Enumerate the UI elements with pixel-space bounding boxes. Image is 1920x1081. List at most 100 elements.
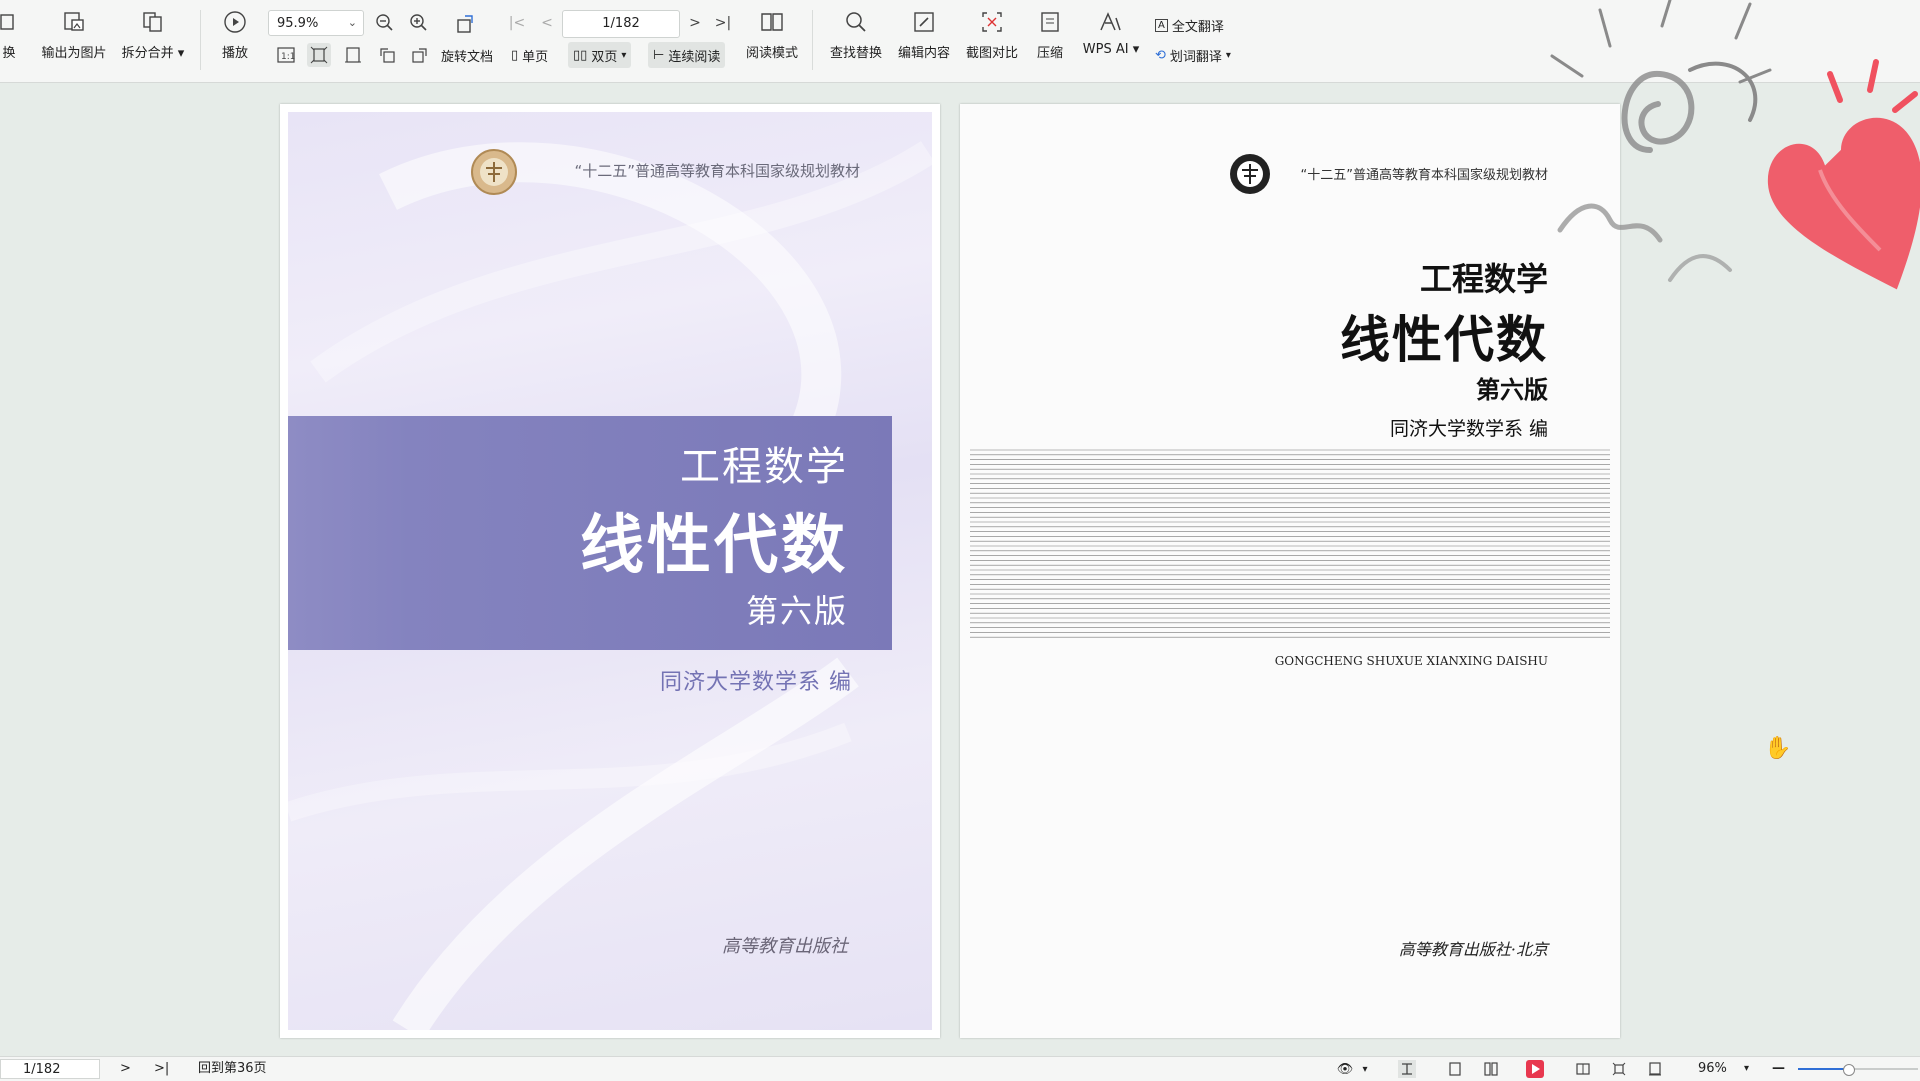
- screenshot-compare-label: 截图对比: [965, 46, 1018, 61]
- find-replace-button[interactable]: 查找替换: [826, 8, 886, 70]
- compress-label: 压缩: [1036, 46, 1063, 61]
- chevron-down-icon: ▾: [621, 49, 627, 61]
- toolbar-divider: [200, 10, 201, 70]
- edit-content-icon: [910, 8, 938, 36]
- compress-button[interactable]: 压缩: [1030, 8, 1070, 70]
- find-replace-label: 查找替换: [829, 46, 882, 61]
- single-page-view-icon[interactable]: [1446, 1060, 1464, 1078]
- prev-page-icon[interactable]: <: [535, 11, 559, 35]
- hand-cursor-icon: ✋: [1764, 736, 1792, 761]
- status-next-page-icon[interactable]: >: [120, 1059, 131, 1079]
- wps-ai-icon: [1097, 8, 1125, 36]
- back-to-page-link[interactable]: 回到第36页: [198, 1059, 267, 1079]
- title-page-ruled-lines: [970, 449, 1610, 638]
- cover-title-big: 线性代数: [580, 508, 848, 583]
- status-last-page-icon[interactable]: >|: [154, 1059, 169, 1079]
- split-merge-button[interactable]: 拆分合并 ▾: [118, 8, 188, 70]
- chevron-down-icon[interactable]: ▾: [1744, 1059, 1749, 1079]
- rotate-left-icon[interactable]: [375, 43, 399, 67]
- play-button[interactable]: 播放: [218, 8, 252, 70]
- zoom-slider[interactable]: [1798, 1064, 1918, 1076]
- wps-ai-button[interactable]: WPS AI ▾: [1080, 8, 1142, 70]
- export-image-button[interactable]: 输出为图片: [38, 8, 110, 70]
- word-translate-button[interactable]: ⟲ 划词翻译 ▾: [1150, 42, 1236, 68]
- fit-page-icon[interactable]: [307, 43, 331, 67]
- full-translate-button[interactable]: A 全文翻译: [1150, 12, 1229, 38]
- status-page-input[interactable]: 1/182: [0, 1059, 100, 1079]
- double-page-button[interactable]: ▯▯ 双页 ▾: [568, 42, 632, 68]
- svg-text:1:1: 1:1: [281, 52, 295, 62]
- cover-publisher: 高等教育出版社: [722, 936, 848, 957]
- title-page-series-text: “十二五”普通高等教育本科国家级规划教材: [1300, 168, 1548, 183]
- full-translate-label: 全文翻译: [1171, 19, 1224, 35]
- eye-icon[interactable]: 👁: [1336, 1060, 1354, 1078]
- continuous-read-label: 连续阅读: [668, 49, 721, 65]
- edit-content-label: 编辑内容: [897, 46, 950, 61]
- fit-width-icon[interactable]: [1646, 1060, 1664, 1078]
- cover-author: 同济大学数学系 编: [660, 670, 852, 695]
- fit-page-icon[interactable]: [1610, 1060, 1628, 1078]
- zoom-slider-knob[interactable]: [1843, 1064, 1856, 1076]
- rotate-doc-icon[interactable]: [454, 11, 478, 35]
- cover-page: “十二五”普通高等教育本科国家级规划教材 工程数学 线性代数 第六版 同济大学数…: [280, 104, 940, 1038]
- translate-icon: A: [1155, 18, 1168, 32]
- status-bar: 1/182 > >| 回到第36页 👁 ▾ 96% ▾ —: [0, 1056, 1920, 1081]
- rotate-right-icon[interactable]: [408, 43, 432, 67]
- export-image-label: 输出为图片: [41, 46, 107, 61]
- search-icon: [842, 8, 870, 36]
- single-page-button[interactable]: ▯ 单页: [506, 42, 553, 68]
- zoom-in-icon[interactable]: [407, 11, 431, 35]
- export-image-icon: [60, 8, 88, 36]
- toolbar-divider: [812, 10, 813, 70]
- status-zoom-value[interactable]: 96%: [1698, 1059, 1727, 1079]
- wps-ai-label: WPS AI ▾: [1082, 42, 1140, 57]
- title-page-edition: 第六版: [1476, 376, 1548, 404]
- cover-background: “十二五”普通高等教育本科国家级规划教材 工程数学 线性代数 第六版 同济大学数…: [288, 112, 932, 1030]
- first-page-icon[interactable]: |<: [505, 11, 529, 35]
- zoom-minus-icon[interactable]: —: [1772, 1059, 1785, 1079]
- last-page-icon[interactable]: >|: [711, 11, 735, 35]
- chevron-down-icon[interactable]: ▾: [1356, 1060, 1374, 1078]
- split-merge-icon: [139, 8, 167, 36]
- cover-edition: 第六版: [745, 592, 848, 630]
- publisher-seal-icon: [470, 148, 518, 200]
- zoom-select[interactable]: 95.9% ⌄: [268, 10, 364, 36]
- chevron-down-icon: ⌄: [347, 16, 357, 29]
- double-page-icon: ▯▯: [573, 47, 588, 63]
- next-page-icon[interactable]: >: [683, 11, 707, 35]
- double-page-view-icon[interactable]: [1482, 1060, 1500, 1078]
- single-page-icon: ▯: [511, 47, 519, 63]
- book-view-icon[interactable]: [1574, 1060, 1592, 1078]
- convert-icon: [0, 8, 23, 36]
- title-page-title-big: 线性代数: [1340, 310, 1548, 369]
- convert-button[interactable]: 换: [0, 8, 24, 70]
- play-icon[interactable]: [1526, 1060, 1544, 1078]
- chevron-down-icon: ▾: [1225, 49, 1231, 61]
- compress-icon: [1036, 8, 1064, 36]
- screenshot-compare-icon: [978, 8, 1006, 36]
- zoom-out-icon[interactable]: [373, 11, 397, 35]
- zoom-value: 95.9%: [277, 15, 319, 31]
- screenshot-compare-button[interactable]: 截图对比: [962, 8, 1022, 70]
- edit-content-button[interactable]: 编辑内容: [894, 8, 954, 70]
- actual-size-icon[interactable]: 1:1: [274, 43, 298, 67]
- title-page-publisher: 高等教育出版社·北京: [1398, 940, 1548, 959]
- zoom-slider-fill: [1798, 1068, 1849, 1070]
- rotate-document-button[interactable]: 旋转文档: [436, 42, 498, 68]
- read-mode-button[interactable]: 阅读模式: [740, 8, 804, 70]
- continuous-view-icon[interactable]: [1398, 1060, 1416, 1078]
- continuous-read-button[interactable]: ⊢ 连续阅读: [648, 42, 726, 68]
- publisher-seal-icon: [1228, 152, 1272, 200]
- play-icon: [221, 8, 249, 36]
- word-translate-icon: ⟲: [1155, 47, 1166, 63]
- title-page-title-small: 工程数学: [1419, 260, 1548, 298]
- title-page-pinyin: GONGCHENG SHUXUE XIANXING DAISHU: [1274, 654, 1548, 668]
- rotate-document-label: 旋转文档: [441, 49, 494, 65]
- fit-width-icon[interactable]: [341, 43, 365, 67]
- page-number-input[interactable]: 1/182: [562, 10, 680, 38]
- cover-title-small: 工程数学: [680, 444, 848, 490]
- convert-label: 换: [2, 46, 16, 61]
- cover-title-band: 工程数学 线性代数 第六版: [288, 416, 892, 650]
- title-page-author: 同济大学数学系 编: [1389, 418, 1548, 440]
- split-merge-label: 拆分合并 ▾: [121, 46, 185, 61]
